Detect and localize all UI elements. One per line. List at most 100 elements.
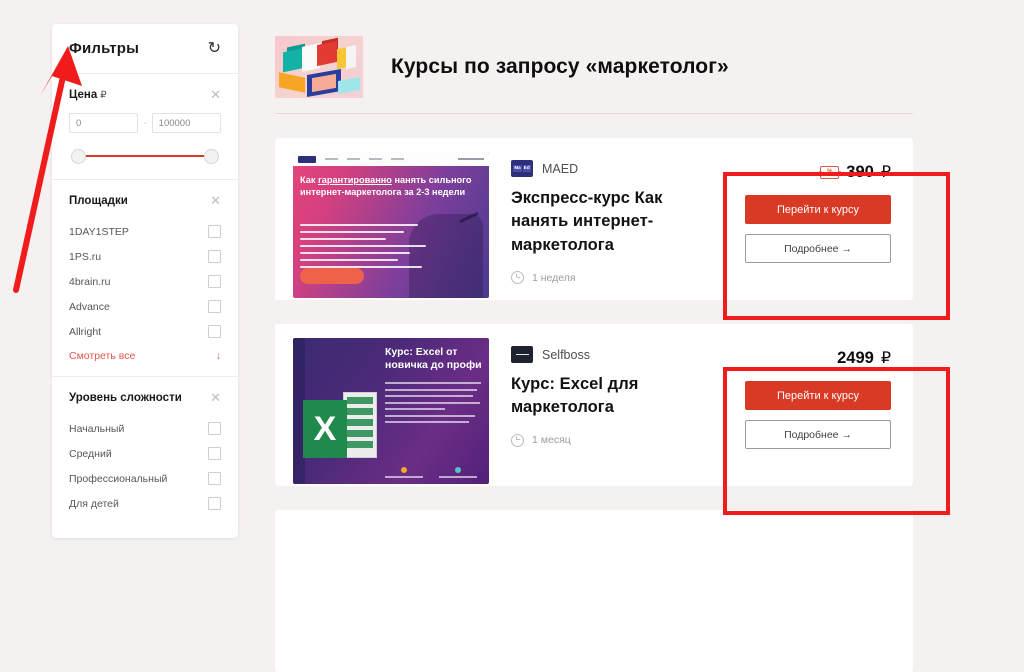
cube-shape xyxy=(346,44,356,69)
go-to-course-button[interactable]: Перейти к курсу xyxy=(745,381,891,410)
filter-checkbox[interactable] xyxy=(208,325,221,338)
filter-option-advance[interactable]: Advance xyxy=(69,294,221,319)
filter-option-for-kids[interactable]: Для детей xyxy=(69,491,221,516)
course-title[interactable]: Экспресс-курс Как нанять интернет-маркет… xyxy=(511,187,723,257)
filter-option-label: Advance xyxy=(69,300,110,313)
course-duration: 1 неделя xyxy=(511,271,723,285)
thumb-sheet-row xyxy=(347,408,373,415)
filter-option-beginner[interactable]: Начальный xyxy=(69,416,221,441)
filter-option-professional[interactable]: Профессиональный xyxy=(69,466,221,491)
course-thumbnail-maed[interactable]: Как гарантированно нанять сильного интер… xyxy=(293,152,489,298)
course-title[interactable]: Курс: Excel для маркетолога xyxy=(511,373,723,420)
close-icon[interactable]: ✕ xyxy=(210,88,221,101)
show-all-label: Смотреть все xyxy=(69,350,136,362)
course-card[interactable]: Как гарантированно нанять сильного интер… xyxy=(275,138,913,300)
selfboss-logo-bar xyxy=(515,353,529,356)
price-max-input[interactable] xyxy=(151,113,221,133)
close-icon[interactable]: ✕ xyxy=(210,194,221,207)
filter-option-label: 4brain.ru xyxy=(69,275,111,288)
price-section-head: Цена ₽ ✕ xyxy=(69,88,221,101)
cube-shape xyxy=(338,76,360,94)
course-card[interactable] xyxy=(275,510,913,672)
price-min-input[interactable] xyxy=(69,113,139,133)
course-info: Ma Ed MAED Экспресс-курс Как нанять интер… xyxy=(489,152,723,286)
go-to-course-button[interactable]: Перейти к курсу xyxy=(745,195,891,224)
price-slider-knob-min[interactable] xyxy=(71,149,86,164)
cube-shape xyxy=(317,40,337,66)
colored-cubes-icon xyxy=(275,35,363,98)
thumb-text-line xyxy=(385,414,475,417)
filter-option-label: Профессиональный xyxy=(69,472,168,485)
filter-checkbox[interactable] xyxy=(208,472,221,485)
platforms-section-head: Площадки ✕ xyxy=(69,194,221,207)
more-details-button[interactable]: Подробнее → xyxy=(745,420,891,449)
more-details-button[interactable]: Подробнее → xyxy=(745,234,891,263)
filter-checkbox[interactable] xyxy=(208,250,221,263)
thumb-sheet-row xyxy=(347,441,373,448)
maed-logo-text-2: Ed xyxy=(522,164,531,173)
filter-option-1day1step[interactable]: 1DAY1STEP xyxy=(69,219,221,244)
filter-option-allright[interactable]: Allright xyxy=(69,319,221,344)
thumb-bullet xyxy=(300,238,386,240)
filter-checkbox[interactable] xyxy=(208,447,221,460)
clock-icon xyxy=(511,271,524,285)
course-thumbnail-excel[interactable]: Курс: Excel от новичка до профи X xyxy=(293,338,489,484)
thumb-text-line xyxy=(385,401,480,404)
provider-name: MAED xyxy=(542,161,579,176)
filter-option-label: Средний xyxy=(69,447,112,460)
thumb-headline: Курс: Excel от новичка до профи xyxy=(385,346,482,372)
thumb-sheet-row xyxy=(347,419,373,426)
cube-shape xyxy=(279,71,305,93)
maed-logo-text-1: Ma xyxy=(513,164,522,173)
platforms-show-all-button[interactable]: Смотреть все ↓ xyxy=(69,344,221,362)
course-info: Selfboss Курс: Excel для маркетолога 1 м… xyxy=(489,338,723,472)
difficulty-section-head: Уровень сложности ✕ xyxy=(69,391,221,404)
thumb-headline: Как гарантированно нанять сильного интер… xyxy=(300,174,477,198)
thumb-text-line xyxy=(385,382,481,384)
page-root: Фильтры ↻ Цена₽ ✕ - xyxy=(0,0,1024,672)
thumb-paragraph xyxy=(385,382,484,428)
filter-option-label: 1DAY1STEP xyxy=(69,225,129,238)
price-range-dash: - xyxy=(143,117,147,129)
filter-option-1ps-ru[interactable]: 1PS.ru xyxy=(69,244,221,269)
price-title-text: Цена xyxy=(69,88,98,101)
price-amount: 390 xyxy=(846,162,874,181)
filter-checkbox[interactable] xyxy=(208,225,221,238)
course-duration-label: 1 неделя xyxy=(532,271,576,284)
difficulty-section-title: Уровень сложности xyxy=(69,391,182,404)
thumb-bullet xyxy=(300,259,398,261)
thumb-logo xyxy=(298,155,316,163)
filter-section-platforms: Площадки ✕ 1DAY1STEP 1PS.ru 4brain.ru Ad… xyxy=(52,180,238,377)
course-provider[interactable]: Selfboss xyxy=(511,346,723,363)
price-currency: ₽ xyxy=(880,350,891,367)
main-content: Курсы по запросу «маркетолог» Как гарант… xyxy=(275,24,913,672)
course-card[interactable]: Курс: Excel от новичка до профи X Selfbo… xyxy=(275,324,913,486)
thumb-bullet-list xyxy=(300,224,426,273)
price-currency: ₽ xyxy=(880,164,891,181)
thumb-text-line xyxy=(385,421,469,423)
filter-checkbox[interactable] xyxy=(208,300,221,313)
thumb-footer-col xyxy=(385,467,423,478)
filter-checkbox[interactable] xyxy=(208,275,221,288)
course-provider[interactable]: Ma Ed MAED xyxy=(511,160,723,177)
thumb-nav-item xyxy=(347,158,360,160)
thumb-footer-dot xyxy=(455,467,461,473)
close-icon[interactable]: ✕ xyxy=(210,391,221,404)
thumb-text-line xyxy=(385,395,473,397)
filter-option-4brain-ru[interactable]: 4brain.ru xyxy=(69,269,221,294)
refresh-icon[interactable]: ↻ xyxy=(208,40,221,57)
thumb-bullet xyxy=(300,245,426,247)
thumb-footer-col xyxy=(439,467,477,478)
course-price: % 390 ₽ xyxy=(818,162,891,182)
filter-checkbox[interactable] xyxy=(208,422,221,435)
thumb-cta-button xyxy=(300,268,364,284)
filter-checkbox[interactable] xyxy=(208,497,221,510)
thumb-nav-item xyxy=(391,158,404,160)
coupon-ticket-icon: % xyxy=(818,165,841,179)
thumb-text-line xyxy=(385,408,445,410)
price-slider-knob-max[interactable] xyxy=(204,149,219,164)
thumb-spreadsheet-icon xyxy=(343,392,377,458)
chevron-down-icon: ↓ xyxy=(215,350,221,362)
price-range-slider[interactable] xyxy=(71,149,219,164)
filter-option-medium[interactable]: Средний xyxy=(69,441,221,466)
